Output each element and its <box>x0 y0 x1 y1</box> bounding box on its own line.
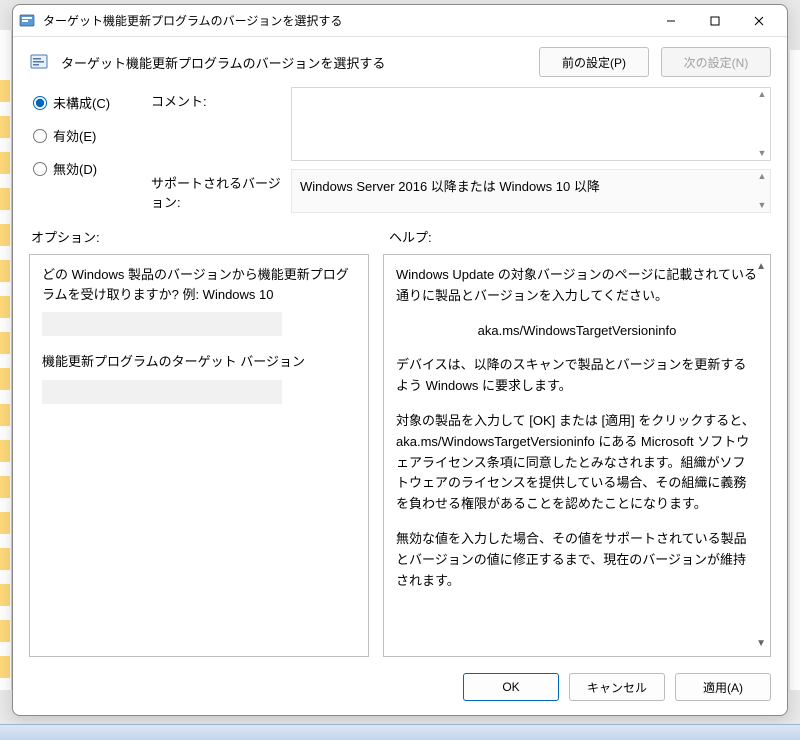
scroll-up-icon[interactable]: ▲ <box>756 259 766 275</box>
option-target-version-label: 機能更新プログラムのターゲット バージョン <box>42 352 356 372</box>
taskbar[interactable] <box>0 724 800 740</box>
radio-disabled-label: 無効(D) <box>53 159 97 178</box>
radio-disabled[interactable]: 無効(D) <box>33 159 143 178</box>
help-text: デバイスは、以降のスキャンで製品とバージョンを更新するよう Windows に要… <box>396 355 758 397</box>
radio-not-configured[interactable]: 未構成(C) <box>33 93 143 112</box>
gpo-policy-dialog: ターゲット機能更新プログラムのバージョンを選択する ターゲット機能更新プログラム… <box>12 4 788 716</box>
scroll-down-icon[interactable]: ▼ <box>756 636 766 652</box>
help-panel: ▲ Windows Update の対象バージョンのページに記載されている通りに… <box>383 254 771 657</box>
minimize-button[interactable] <box>649 6 693 36</box>
titlebar[interactable]: ターゲット機能更新プログラムのバージョンを選択する <box>13 5 787 37</box>
scroll-up-icon[interactable]: ▲ <box>756 90 768 99</box>
help-text: Windows Update の対象バージョンのページに記載されている通りに製品… <box>396 265 758 307</box>
close-button[interactable] <box>737 6 781 36</box>
comment-label: コメント: <box>151 87 281 161</box>
radio-enabled-label: 有効(E) <box>53 126 96 145</box>
window-title: ターゲット機能更新プログラムのバージョンを選択する <box>43 12 649 29</box>
apply-button[interactable]: 適用(A) <box>675 673 771 701</box>
supported-on-text: Windows Server 2016 以降または Windows 10 以降 <box>300 179 600 194</box>
ok-button[interactable]: OK <box>463 673 559 701</box>
previous-setting-button[interactable]: 前の設定(P) <box>539 47 649 77</box>
supported-label: サポートされるバージョン: <box>151 169 281 213</box>
help-text: 無効な値を入力した場合、その値をサポートされている製品とバージョンの値に修正する… <box>396 529 758 591</box>
options-section-label: オプション: <box>31 227 371 246</box>
supported-on-box: Windows Server 2016 以降または Windows 10 以降 … <box>291 169 771 213</box>
policy-icon <box>29 52 49 72</box>
option-product-label: どの Windows 製品のバージョンから機能更新プログラムを受け取りますか? … <box>42 265 356 304</box>
next-setting-button: 次の設定(N) <box>661 47 771 77</box>
option-product-input[interactable] <box>42 312 282 336</box>
scroll-down-icon[interactable]: ▼ <box>756 149 768 158</box>
comment-input[interactable]: ▲ ▼ <box>291 87 771 161</box>
policy-title: ターゲット機能更新プログラムのバージョンを選択する <box>61 53 527 72</box>
radio-not-configured-label: 未構成(C) <box>53 93 110 112</box>
app-icon <box>19 13 35 29</box>
scroll-up-icon[interactable]: ▲ <box>756 172 768 181</box>
option-target-version-input[interactable] <box>42 380 282 404</box>
scroll-down-icon[interactable]: ▼ <box>756 201 768 210</box>
cancel-button[interactable]: キャンセル <box>569 673 665 701</box>
maximize-button[interactable] <box>693 6 737 36</box>
help-text: 対象の製品を入力して [OK] または [適用] をクリックすると、aka.ms… <box>396 411 758 515</box>
options-panel: どの Windows 製品のバージョンから機能更新プログラムを受け取りますか? … <box>29 254 369 657</box>
help-link-text: aka.ms/WindowsTargetVersioninfo <box>396 321 758 342</box>
help-section-label: ヘルプ: <box>389 227 771 246</box>
radio-enabled[interactable]: 有効(E) <box>33 126 143 145</box>
